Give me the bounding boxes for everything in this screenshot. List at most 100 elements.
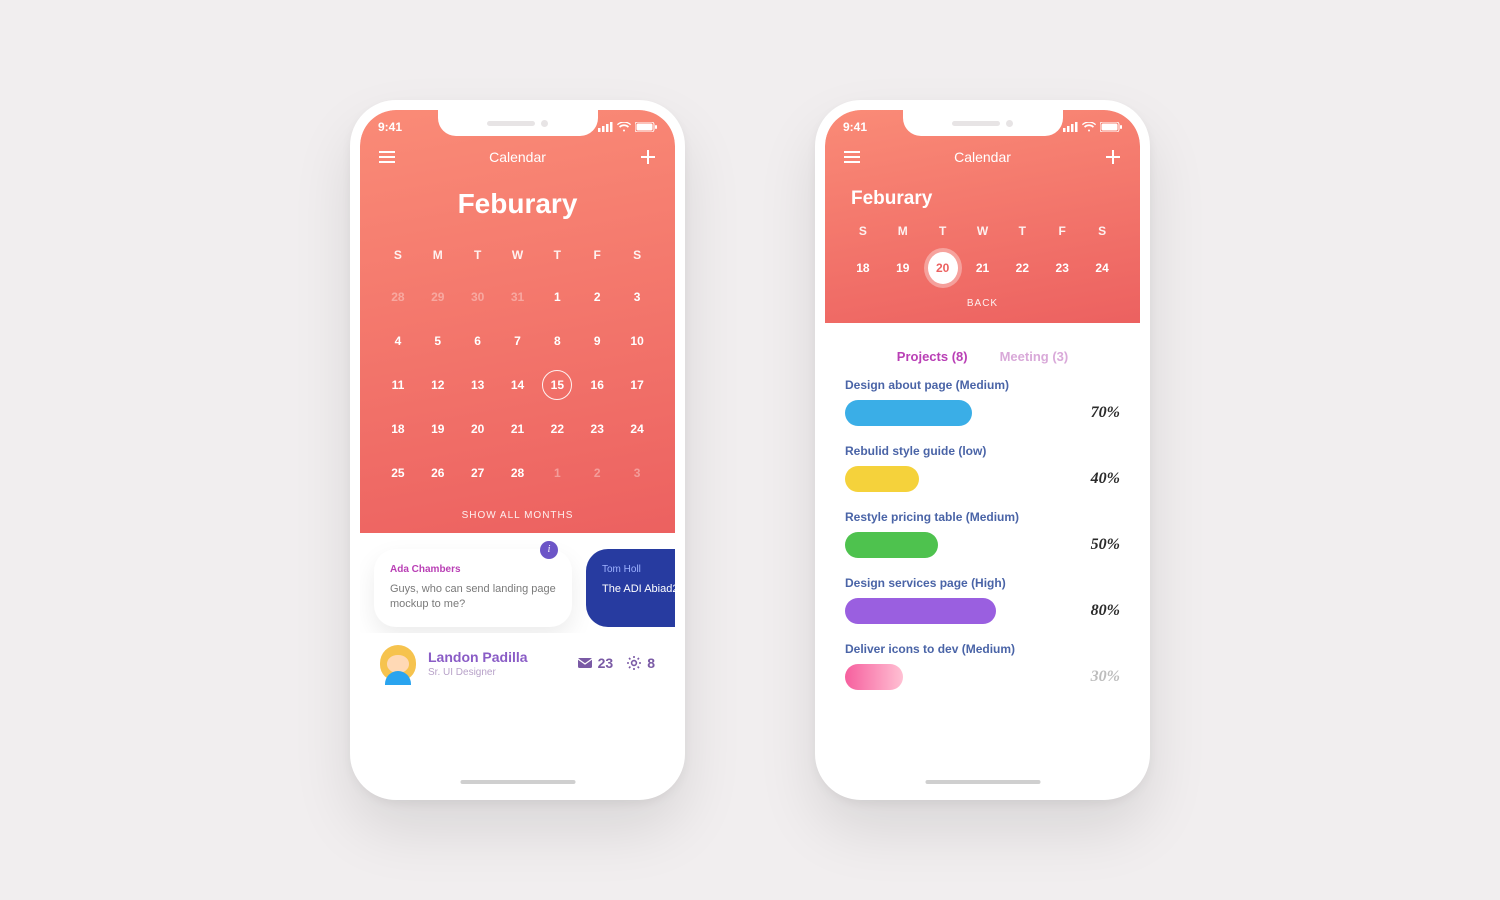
show-all-button[interactable]: SHOW ALL MONTHS <box>378 504 657 521</box>
date-cell[interactable]: 12 <box>418 372 458 398</box>
phone-calendar-day: 9:41 Calendar Feburary SMTWTFS 181920212… <box>815 100 1150 800</box>
week-day-cell[interactable]: 22 <box>1002 252 1042 284</box>
date-cell[interactable]: 22 <box>537 416 577 442</box>
date-cell[interactable]: 8 <box>537 328 577 354</box>
date-cell[interactable]: 19 <box>418 416 458 442</box>
progress-bar <box>845 664 903 690</box>
calendar-header: 9:41 Calendar Feburary SMTWTFS 282930311… <box>360 110 675 533</box>
date-cell[interactable]: 5 <box>418 328 458 354</box>
weekday-cell: W <box>963 224 1003 238</box>
date-cell[interactable]: 30 <box>458 284 498 310</box>
chat-text: Guys, who can send landing page mockup t… <box>390 583 556 611</box>
task-item[interactable]: Restyle pricing table (Medium)50% <box>845 510 1120 558</box>
date-cell[interactable]: 9 <box>577 328 617 354</box>
task-percent: 30% <box>1091 668 1120 686</box>
weekday-cell: M <box>418 242 458 268</box>
date-cell[interactable]: 24 <box>617 416 657 442</box>
battery-icon <box>635 122 657 132</box>
date-cell[interactable]: 2 <box>577 460 617 486</box>
chat-strip[interactable]: i Ada Chambers Guys, who can send landin… <box>360 533 675 633</box>
date-cell[interactable]: 25 <box>378 460 418 486</box>
week-day-cell[interactable]: 20 <box>923 252 963 284</box>
status-time: 9:41 <box>378 120 402 134</box>
date-cell[interactable]: 17 <box>617 372 657 398</box>
weekday-cell: S <box>378 242 418 268</box>
weekday-row: SMTWTFS <box>378 242 657 268</box>
date-cell[interactable]: 4 <box>378 328 418 354</box>
week-day-cell[interactable]: 24 <box>1082 252 1122 284</box>
date-cell[interactable]: 2 <box>577 284 617 310</box>
date-cell[interactable]: 10 <box>617 328 657 354</box>
date-cell[interactable]: 7 <box>498 328 538 354</box>
date-cell[interactable]: 3 <box>617 284 657 310</box>
task-title: Deliver icons to dev (Medium) <box>845 642 1120 656</box>
profile-row[interactable]: Landon Padilla Sr. UI Designer 23 8 <box>360 633 675 693</box>
settings-count[interactable]: 8 <box>627 655 655 671</box>
date-cell[interactable]: 31 <box>498 284 538 310</box>
chat-bubble[interactable]: Tom Holl The ADI Abiad23 <box>586 549 675 627</box>
home-indicator[interactable] <box>925 780 1040 784</box>
task-item[interactable]: Design services page (High)80% <box>845 576 1120 624</box>
date-cell[interactable]: 29 <box>418 284 458 310</box>
date-cell[interactable]: 14 <box>498 372 538 398</box>
date-cell[interactable]: 16 <box>577 372 617 398</box>
avatar <box>380 645 416 681</box>
date-cell[interactable]: 23 <box>577 416 617 442</box>
device-notch <box>903 110 1063 136</box>
week-day-cell[interactable]: 21 <box>963 252 1003 284</box>
task-percent: 40% <box>1091 470 1120 488</box>
date-cell[interactable]: 13 <box>458 372 498 398</box>
date-cell[interactable]: 15 <box>537 372 577 398</box>
task-percent: 80% <box>1091 602 1120 620</box>
home-indicator[interactable] <box>460 780 575 784</box>
date-cell[interactable]: 27 <box>458 460 498 486</box>
status-icons <box>1063 122 1122 132</box>
week-day-cell[interactable]: 19 <box>883 252 923 284</box>
wifi-icon <box>1082 122 1096 132</box>
task-title: Design about page (Medium) <box>845 378 1120 392</box>
task-item[interactable]: Design about page (Medium) 70% <box>845 378 1120 426</box>
task-list[interactable]: Design about page (Medium) 70% Rebulid sty… <box>825 378 1140 690</box>
week-days-row[interactable]: 18192021222324 <box>843 252 1122 284</box>
date-cell[interactable]: 3 <box>617 460 657 486</box>
date-rows: 2829303112345678910111213141516171819202… <box>378 284 657 486</box>
tab-meeting[interactable]: Meeting (3) <box>1000 349 1069 364</box>
tab-projects[interactable]: Projects (8) <box>897 349 968 364</box>
chat-text: The ADI Abiad23 <box>602 583 675 595</box>
mail-count[interactable]: 23 <box>578 655 614 671</box>
date-cell[interactable]: 1 <box>537 460 577 486</box>
wifi-icon <box>617 122 631 132</box>
task-title: Restyle pricing table (Medium) <box>845 510 1120 524</box>
calendar-header: 9:41 Calendar Feburary SMTWTFS 181920212… <box>825 110 1140 323</box>
back-button[interactable]: BACK <box>843 298 1122 309</box>
week-day-cell[interactable]: 23 <box>1042 252 1082 284</box>
gear-icon <box>627 656 641 670</box>
signal-icon <box>598 122 613 132</box>
task-item[interactable]: Deliver icons to dev (Medium) 30% <box>845 642 1120 690</box>
profile-name: Landon Padilla <box>428 649 566 665</box>
date-cell[interactable]: 18 <box>378 416 418 442</box>
weekday-cell: S <box>843 224 883 238</box>
date-cell[interactable]: 28 <box>498 460 538 486</box>
week-day-cell[interactable]: 18 <box>843 252 883 284</box>
date-cell[interactable]: 20 <box>458 416 498 442</box>
task-item[interactable]: Rebulid style guide (low)40% <box>845 444 1120 492</box>
task-percent: 70% <box>1091 404 1120 422</box>
month-grid: SMTWTFS 28293031123456789101112131415161… <box>378 242 657 486</box>
weekday-row: SMTWTFS <box>843 224 1122 238</box>
plus-icon[interactable] <box>639 148 657 166</box>
date-cell[interactable]: 21 <box>498 416 538 442</box>
menu-icon[interactable] <box>378 148 396 166</box>
phone-calendar-month: 9:41 Calendar Feburary SMTWTFS 282930311… <box>350 100 685 800</box>
date-cell[interactable]: 28 <box>378 284 418 310</box>
plus-icon[interactable] <box>1104 148 1122 166</box>
weekday-cell: S <box>617 242 657 268</box>
date-cell[interactable]: 6 <box>458 328 498 354</box>
chat-bubble[interactable]: i Ada Chambers Guys, who can send landin… <box>374 549 572 627</box>
date-cell[interactable]: 1 <box>537 284 577 310</box>
info-icon[interactable]: i <box>540 541 558 559</box>
date-cell[interactable]: 11 <box>378 372 418 398</box>
menu-icon[interactable] <box>843 148 861 166</box>
battery-icon <box>1100 122 1122 132</box>
date-cell[interactable]: 26 <box>418 460 458 486</box>
